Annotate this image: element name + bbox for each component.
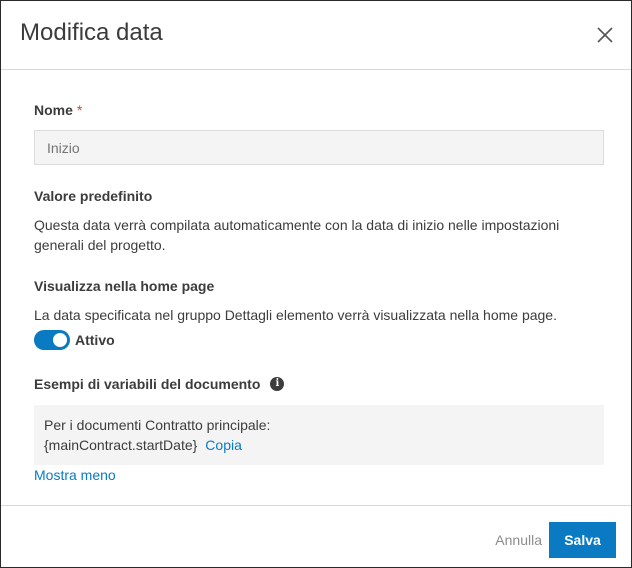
toggle-knob [53,333,67,347]
default-value-description: Questa data verrà compilata automaticame… [34,217,560,253]
example-box: Per i documenti Contratto principale: {m… [34,405,604,465]
save-button[interactable]: Salva [549,522,616,558]
home-page-toggle-row: Attivo [34,330,115,350]
examples-label: Esempi di variabili del documento [34,376,261,392]
home-page-description: La data specificata nel gruppo Dettagli … [34,307,557,323]
dialog-header: Modifica data [1,1,631,70]
example-variable-row: {mainContract.startDate} Copia [44,435,594,455]
name-input[interactable] [34,130,604,165]
copy-link[interactable]: Copia [205,437,242,453]
examples-header: Esempi di variabili del documento i [34,376,285,392]
example-line: Per i documenti Contratto principale: [44,417,271,433]
example-variable: {mainContract.startDate} [44,437,198,453]
info-icon[interactable]: i [270,377,285,391]
edit-date-dialog: Modifica data Nome* Valore predefinito Q… [0,0,632,568]
required-mark: * [76,102,83,118]
home-page-toggle[interactable] [34,330,70,350]
show-less-link[interactable]: Mostra meno [34,467,116,483]
dialog-footer: Annulla Salva [1,505,631,567]
toggle-label: Attivo [75,332,115,348]
close-icon[interactable] [593,23,617,47]
dialog-title: Modifica data [20,19,163,46]
default-value-label: Valore predefinito [34,188,153,204]
name-label-text: Nome [34,102,73,118]
cancel-button[interactable]: Annulla [495,532,542,548]
home-page-label: Visualizza nella home page [34,278,215,294]
name-label: Nome * [34,102,82,118]
